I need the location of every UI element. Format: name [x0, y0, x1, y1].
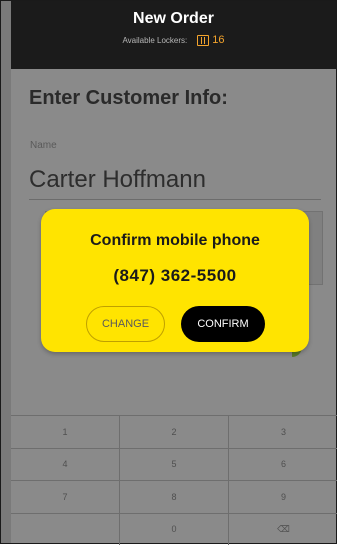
locker-availability: Available Lockers: 16 — [11, 34, 336, 46]
key-1[interactable]: 1 — [11, 415, 120, 448]
key-3[interactable]: 3 — [229, 415, 337, 448]
key-8[interactable]: 8 — [120, 480, 229, 513]
name-input[interactable]: Carter Hoffmann — [29, 161, 321, 200]
available-lockers-label: Available Lockers: — [122, 36, 187, 45]
name-label: Name — [30, 140, 57, 151]
backspace-icon[interactable]: ⌫ — [229, 513, 337, 545]
change-button[interactable]: CHANGE — [86, 306, 165, 342]
key-9[interactable]: 9 — [229, 480, 337, 513]
locker-count-group: 16 — [197, 34, 224, 46]
available-lockers-count: 16 — [212, 34, 224, 46]
confirm-phone-dialog: Confirm mobile phone (847) 362-5500 CHAN… — [41, 209, 309, 352]
confirm-button[interactable]: CONFIRM — [181, 306, 265, 342]
key-5[interactable]: 5 — [120, 448, 229, 481]
section-title: Enter Customer Info: — [29, 87, 228, 110]
locker-icon — [197, 35, 209, 46]
key-empty — [11, 513, 120, 545]
app-frame: New Order Available Lockers: 16 Enter Cu… — [0, 0, 337, 544]
numeric-keypad: 1 2 3 4 5 6 7 8 9 0 ⌫ — [11, 415, 337, 545]
key-2[interactable]: 2 — [120, 415, 229, 448]
phone-number: (847) 362-5500 — [41, 266, 309, 286]
key-0[interactable]: 0 — [120, 513, 229, 545]
page-title: New Order — [11, 10, 336, 28]
key-6[interactable]: 6 — [229, 448, 337, 481]
key-7[interactable]: 7 — [11, 480, 120, 513]
key-4[interactable]: 4 — [11, 448, 120, 481]
dialog-title: Confirm mobile phone — [41, 232, 309, 250]
app-header: New Order Available Lockers: 16 — [11, 1, 336, 69]
